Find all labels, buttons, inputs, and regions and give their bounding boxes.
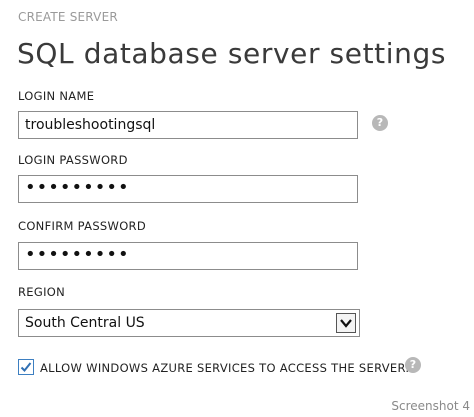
page-title: SQL database server settings (17, 37, 447, 70)
screenshot-watermark: Screenshot 4 (391, 399, 470, 413)
region-dropdown-button[interactable] (336, 313, 356, 333)
confirm-password-input[interactable]: ••••••••• (18, 242, 358, 270)
login-password-input[interactable]: ••••••••• (18, 175, 358, 203)
confirm-password-value: ••••••••• (25, 244, 130, 265)
region-label: REGION (18, 285, 66, 299)
checkmark-icon (20, 362, 32, 372)
login-name-input[interactable]: troubleshootingsql (18, 111, 358, 139)
confirm-password-label: CONFIRM PASSWORD (18, 219, 146, 233)
login-name-help-icon[interactable]: ? (372, 115, 388, 131)
login-password-label: LOGIN PASSWORD (18, 153, 128, 167)
allow-azure-help-icon[interactable]: ? (405, 357, 421, 373)
login-name-value: troubleshootingsql (25, 117, 156, 133)
login-name-label: LOGIN NAME (18, 89, 95, 103)
allow-azure-label: ALLOW WINDOWS AZURE SERVICES TO ACCESS T… (40, 361, 410, 375)
allow-azure-checkbox[interactable] (18, 359, 34, 375)
region-select[interactable]: South Central US (18, 309, 360, 337)
region-selected-value: South Central US (25, 315, 145, 331)
chevron-down-icon (340, 319, 352, 328)
dialog-eyebrow: CREATE SERVER (18, 10, 118, 24)
login-password-value: ••••••••• (25, 177, 130, 198)
